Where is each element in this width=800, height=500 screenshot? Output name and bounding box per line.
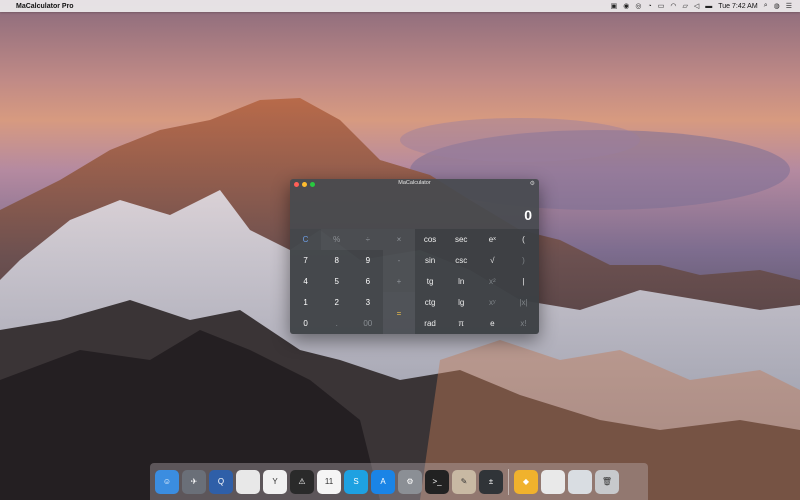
wifi-icon[interactable]: ◠ [670,2,676,10]
key-x[interactable]: xʸ [476,292,508,313]
window-titlebar[interactable]: MaCalculator ⚙ [290,179,539,189]
status-icon-2[interactable]: ◉ [623,2,629,10]
key-symbol-15[interactable]: ) [507,250,539,271]
calculator-keypad: C% ÷ × cos sec eˣ(7 8 9- sin csc √) 4 5 6 + tg ln x² | 1 2 3 =… [290,229,539,334]
status-icon-3[interactable]: ◎ [635,2,641,10]
key-00[interactable]: 00 [352,313,384,334]
dock-skype-icon[interactable]: S [344,469,368,494]
key-2[interactable]: 2 [321,292,353,313]
key-8[interactable]: 8 [321,250,353,271]
key-x[interactable]: x² [476,271,508,292]
spotlight-icon[interactable]: ⌕ [764,2,768,10]
dock-separator [508,468,509,495]
dock-finder-icon[interactable]: ☺ [155,469,179,494]
siri-icon[interactable]: ◍ [774,2,780,10]
key-cos[interactable]: cos [414,229,446,250]
key-symbol-23[interactable]: | [507,271,539,292]
dock-finder-window-icon[interactable] [541,469,565,494]
key-e[interactable]: eˣ [476,229,508,250]
key-sec[interactable]: sec [445,229,477,250]
key-symbol-33[interactable]: . [321,313,353,334]
dock-app-store-icon[interactable]: A [371,469,395,494]
battery-icon[interactable]: ▬ [705,3,712,10]
dock-trash-icon[interactable]: 🗑 [595,469,619,494]
window-title: MaCalculator [398,180,431,186]
key-5[interactable]: 5 [321,271,353,292]
dock-launchpad-icon[interactable]: ✈ [182,469,206,494]
menu-bar-clock[interactable]: Tue 7:42 AM [718,3,757,10]
key-csc[interactable]: csc [445,250,477,271]
key-symbol-19[interactable]: + [383,271,415,292]
key-1[interactable]: 1 [290,292,322,313]
key-tg[interactable]: tg [414,271,446,292]
menu-bar-extras: ▣ ◉ ◎ ◔ ▭ ◠ ▱ ◁ ▬ Tue 7:42 AM ⌕ ◍ ☰ [611,2,792,10]
key-rad[interactable]: rad [414,313,446,334]
dock-terminal-icon[interactable]: >_ [425,469,449,494]
key-symbol-36[interactable]: π [445,313,477,334]
key-e[interactable]: e [476,313,508,334]
key-symbol-1[interactable]: % [321,229,353,250]
key-7[interactable]: 7 [290,250,322,271]
key-c[interactable]: C [290,229,322,250]
airplay-icon[interactable]: ▱ [682,2,687,10]
dock-textedit-icon[interactable] [236,469,260,494]
calculator-display: 0 [290,189,539,229]
calculator-window: MaCalculator ⚙ 0 C% ÷ × cos sec eˣ(7 8 9- sin csc… [290,179,539,334]
menu-bar: MaCalculator Pro ▣ ◉ ◎ ◔ ▭ ◠ ▱ ◁ ▬ Tue 7… [0,0,800,12]
key-x[interactable]: x! [507,313,539,334]
status-icon-1[interactable]: ▣ [611,2,618,10]
key-3[interactable]: 3 [352,292,384,313]
display-value: 0 [524,207,532,223]
dock-sketch-icon[interactable]: ◆ [514,469,538,494]
app-menu-name[interactable]: MaCalculator Pro [16,3,74,10]
dock-script-editor-icon[interactable]: ✎ [452,469,476,494]
key-9[interactable]: 9 [352,250,384,271]
status-icon-5[interactable]: ▭ [658,2,665,10]
key-symbol-14[interactable]: √ [476,250,508,271]
key-symbol-2[interactable]: ÷ [352,229,384,250]
status-icon-4[interactable]: ◔ [648,3,652,10]
dock-system-preferences-icon[interactable]: ⚙ [398,469,422,494]
dock-console-icon[interactable]: ⚠ [290,469,314,494]
volume-icon[interactable]: ◁ [694,2,699,10]
key-sin[interactable]: sin [414,250,446,271]
dock-macalculator-icon[interactable]: ± [479,469,503,494]
dock-yandex-browser-icon[interactable]: Y [263,469,287,494]
key-symbol-7[interactable]: ( [507,229,539,250]
key-ctg[interactable]: ctg [414,292,446,313]
key-4[interactable]: 4 [290,271,322,292]
settings-gear-icon[interactable]: ⚙ [530,180,535,187]
dock-calendar-icon[interactable]: 11 [317,469,341,494]
key-lg[interactable]: lg [445,292,477,313]
notification-center-icon[interactable]: ☰ [786,2,792,10]
key-symbol-11[interactable]: - [383,250,415,271]
key-0[interactable]: 0 [290,313,322,334]
key-symbol-3[interactable]: × [383,229,415,250]
dock: ☺ ✈ Q Y ⚠ 11 S A ⚙ >_ ✎ ± ◆ 🗑 [150,463,648,500]
dock-preview-icon[interactable] [568,469,592,494]
key-x[interactable]: |x| [507,292,539,313]
key-ln[interactable]: ln [445,271,477,292]
key-symbol-27[interactable]: = [383,292,415,334]
key-6[interactable]: 6 [352,271,384,292]
dock-quicktime-icon[interactable]: Q [209,469,233,494]
